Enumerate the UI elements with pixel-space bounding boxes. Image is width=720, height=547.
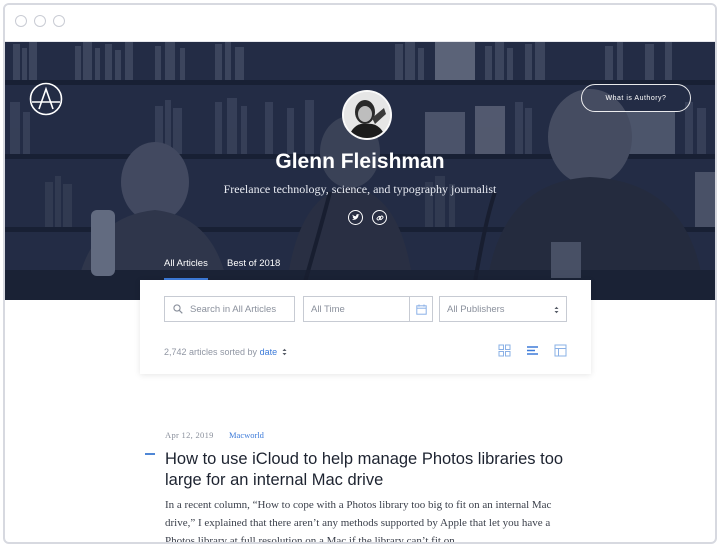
- sort-arrows-icon: [282, 348, 287, 356]
- article-count: 2,742 articles sorted by date: [164, 347, 287, 357]
- what-is-authory-button[interactable]: What is Authory?: [581, 84, 691, 112]
- window-titlebar: [5, 5, 715, 42]
- window-close-dot[interactable]: [15, 15, 27, 27]
- profile-hero: What is Authory? Glenn Fleishman Freelan…: [5, 42, 715, 300]
- search-field[interactable]: Search in All Articles: [164, 296, 295, 322]
- article-date: Apr 12, 2019: [165, 430, 214, 440]
- search-input[interactable]: Search in All Articles: [190, 304, 276, 315]
- article-publication[interactable]: Macworld: [229, 430, 264, 440]
- article-count-text: 2,742 articles sorted by: [164, 347, 258, 357]
- authory-logo-icon[interactable]: [29, 82, 63, 116]
- select-arrows-icon: [554, 306, 559, 314]
- grid-view-icon[interactable]: [498, 344, 511, 357]
- article-excerpt: In a recent column, “How to cope with a …: [165, 499, 552, 544]
- tab-all-articles[interactable]: All Articles: [164, 258, 208, 269]
- browser-window: What is Authory? Glenn Fleishman Freelan…: [3, 3, 717, 544]
- window-zoom-dot[interactable]: [53, 15, 65, 27]
- publisher-select-value: All Publishers: [447, 303, 505, 315]
- author-tagline: Freelance technology, science, and typog…: [223, 182, 497, 196]
- filter-card: Search in All Articles All Time All Publ…: [140, 280, 591, 374]
- sort-value: date: [259, 347, 278, 357]
- tab-best-of-2018[interactable]: Best of 2018: [227, 258, 280, 269]
- list-view-icon[interactable]: [526, 344, 539, 357]
- author-avatar: [342, 90, 392, 140]
- author-name: Glenn Fleishman: [275, 150, 445, 173]
- article-title[interactable]: How to use iCloud to help manage Photos …: [165, 449, 585, 491]
- publisher-select[interactable]: All Publishers: [439, 296, 567, 322]
- search-icon: [173, 304, 183, 314]
- time-filter-value: All Time: [311, 303, 345, 315]
- window-minimize-dot[interactable]: [34, 15, 46, 27]
- article-marker: [145, 453, 155, 455]
- twitter-icon[interactable]: [348, 210, 363, 225]
- link-icon[interactable]: [372, 210, 387, 225]
- sort-select[interactable]: date: [260, 347, 287, 357]
- time-filter[interactable]: All Time: [303, 296, 433, 322]
- calendar-icon[interactable]: [409, 297, 432, 321]
- table-view-icon[interactable]: [554, 344, 567, 357]
